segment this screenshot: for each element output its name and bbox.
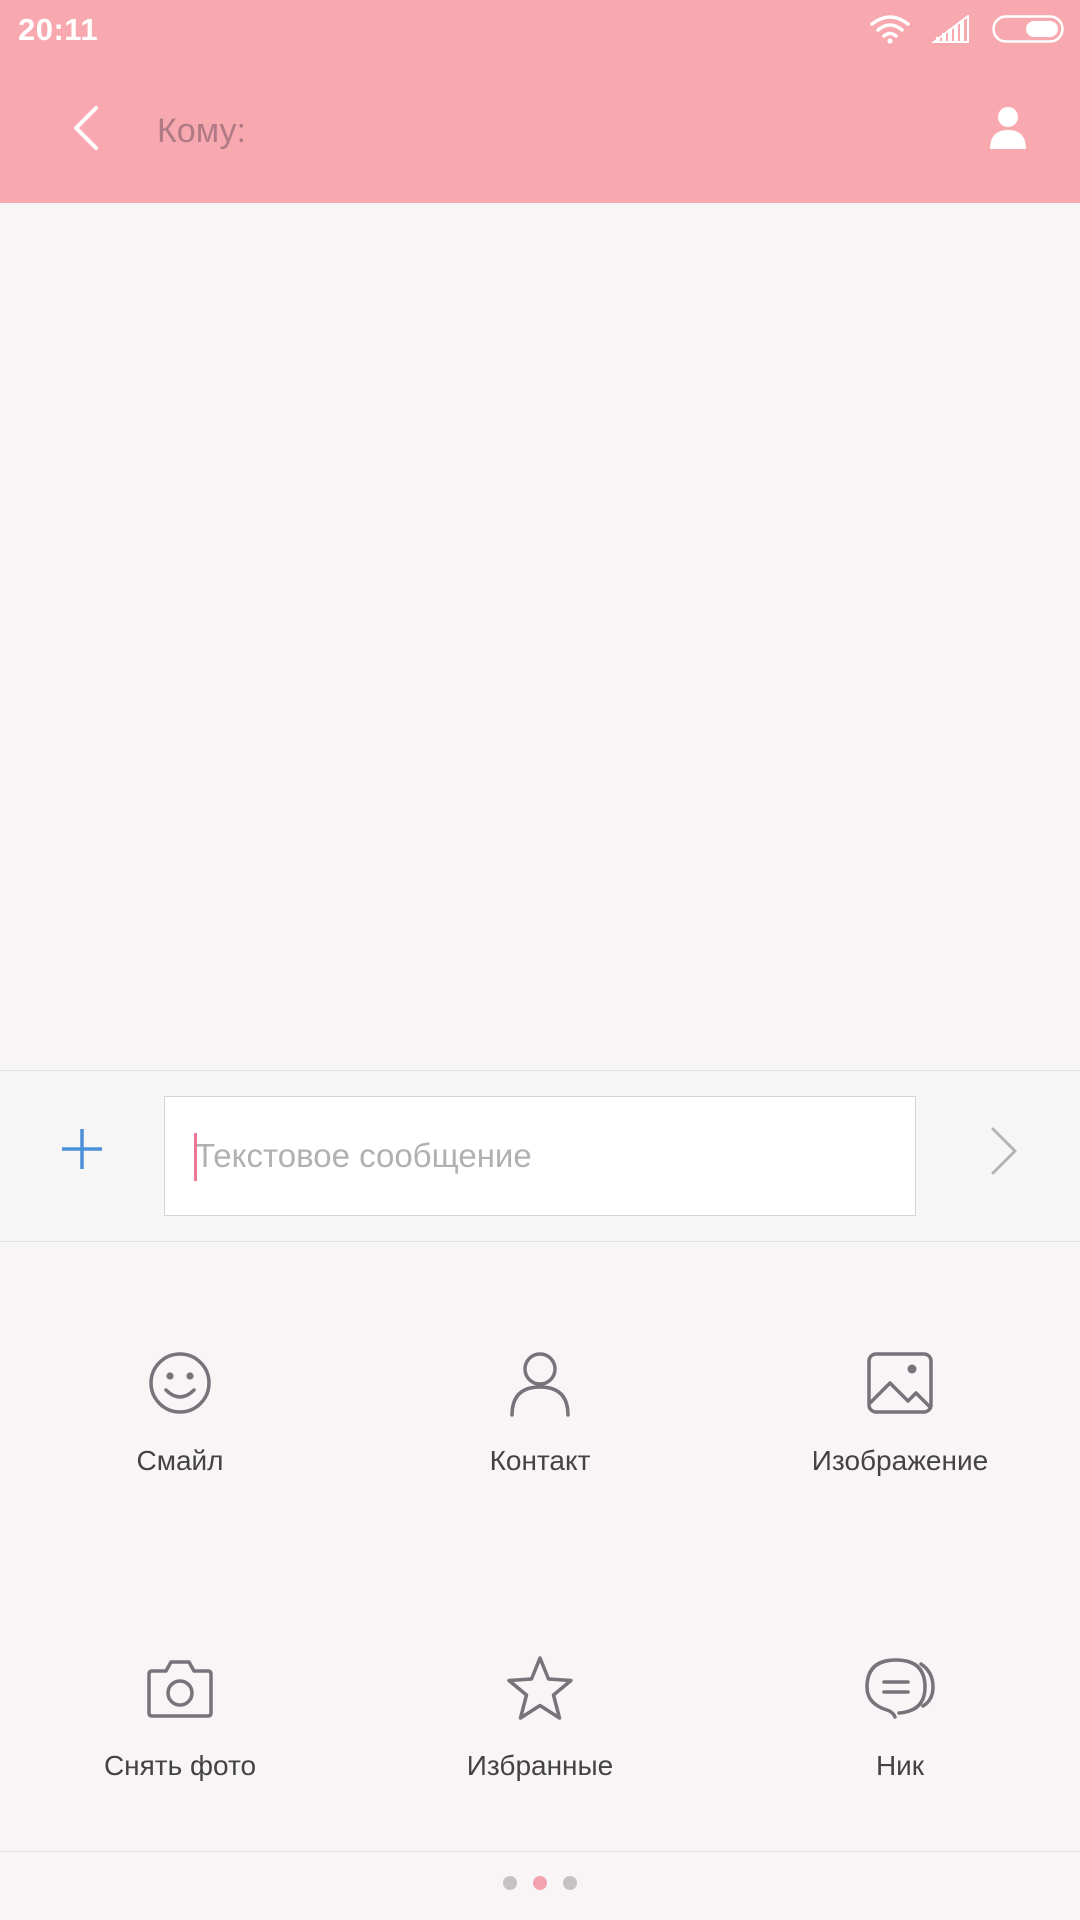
add-attachment-button[interactable] bbox=[52, 1121, 112, 1181]
page-dot-3[interactable] bbox=[563, 1876, 577, 1890]
chat-bubble-icon bbox=[860, 1648, 940, 1728]
plus-icon bbox=[61, 1128, 103, 1175]
text-caret bbox=[194, 1133, 197, 1181]
page-dot-1[interactable] bbox=[503, 1876, 517, 1890]
attach-label: Ник bbox=[875, 1750, 925, 1781]
camera-icon bbox=[140, 1648, 220, 1728]
battery-icon bbox=[992, 15, 1064, 48]
image-icon bbox=[860, 1343, 940, 1423]
attachment-panel: Смайл Контакт Изображение Снять фото Изб… bbox=[0, 1243, 1080, 1850]
chevron-right-icon bbox=[989, 1126, 1019, 1181]
signal-icon bbox=[931, 13, 970, 48]
attach-camera-button[interactable]: Снять фото bbox=[0, 1648, 360, 1848]
attach-label: Контакт bbox=[489, 1445, 591, 1476]
smiley-icon bbox=[140, 1343, 220, 1423]
person-icon bbox=[988, 105, 1028, 156]
status-icons bbox=[870, 13, 1064, 49]
page-indicator bbox=[0, 1851, 1080, 1920]
attach-nick-button[interactable]: Ник bbox=[720, 1648, 1080, 1848]
attach-contact-button[interactable]: Контакт bbox=[360, 1343, 720, 1543]
send-button[interactable] bbox=[974, 1123, 1034, 1183]
attach-smiley-button[interactable]: Смайл bbox=[0, 1343, 360, 1543]
attach-label: Снять фото bbox=[103, 1750, 257, 1781]
compose-bar bbox=[0, 1070, 1080, 1242]
attach-label: Избранные bbox=[466, 1750, 614, 1781]
select-contact-button[interactable] bbox=[976, 98, 1040, 162]
contact-icon bbox=[500, 1343, 580, 1423]
back-button[interactable] bbox=[55, 100, 115, 160]
attach-image-button[interactable]: Изображение bbox=[720, 1343, 1080, 1543]
chevron-left-icon bbox=[70, 105, 100, 156]
attach-label: Смайл bbox=[136, 1445, 224, 1476]
conversation-area bbox=[0, 203, 1080, 1070]
star-icon bbox=[500, 1648, 580, 1728]
attach-favorites-button[interactable]: Избранные bbox=[360, 1648, 720, 1848]
attach-label: Изображение bbox=[811, 1445, 989, 1476]
wifi-icon bbox=[870, 14, 910, 49]
message-input[interactable] bbox=[164, 1096, 916, 1216]
recipient-field-label[interactable]: Кому: bbox=[157, 112, 246, 151]
status-time: 20:11 bbox=[18, 12, 99, 47]
app-header: 20:11 Кому: bbox=[0, 0, 1080, 203]
page-dot-2-active[interactable] bbox=[533, 1876, 547, 1890]
